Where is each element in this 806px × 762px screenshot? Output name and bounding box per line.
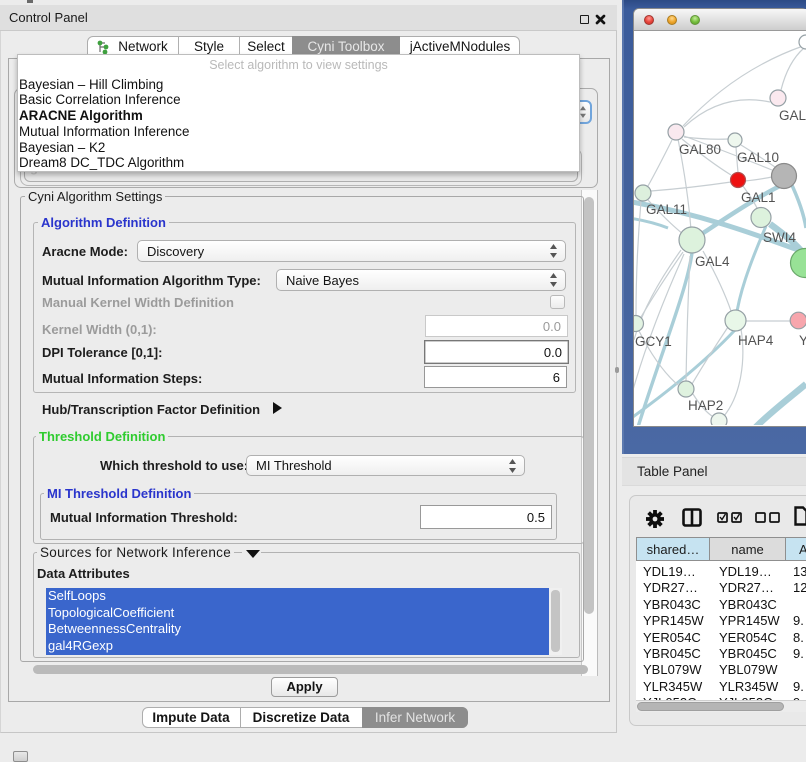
svg-text:Y: Y bbox=[799, 333, 806, 348]
svg-text:GCY1: GCY1 bbox=[635, 334, 672, 349]
svg-text:GAL4: GAL4 bbox=[695, 254, 730, 269]
svg-text:HAP4: HAP4 bbox=[738, 333, 774, 348]
svg-text:HAP2: HAP2 bbox=[688, 398, 723, 413]
svg-text:GAL11: GAL11 bbox=[646, 202, 687, 217]
svg-text:SWI4: SWI4 bbox=[763, 230, 796, 245]
svg-text:GAL7: GAL7 bbox=[779, 108, 806, 123]
svg-text:GAL80: GAL80 bbox=[679, 142, 721, 157]
svg-text:GAL1: GAL1 bbox=[741, 190, 776, 205]
svg-text:GAL10: GAL10 bbox=[737, 150, 779, 165]
